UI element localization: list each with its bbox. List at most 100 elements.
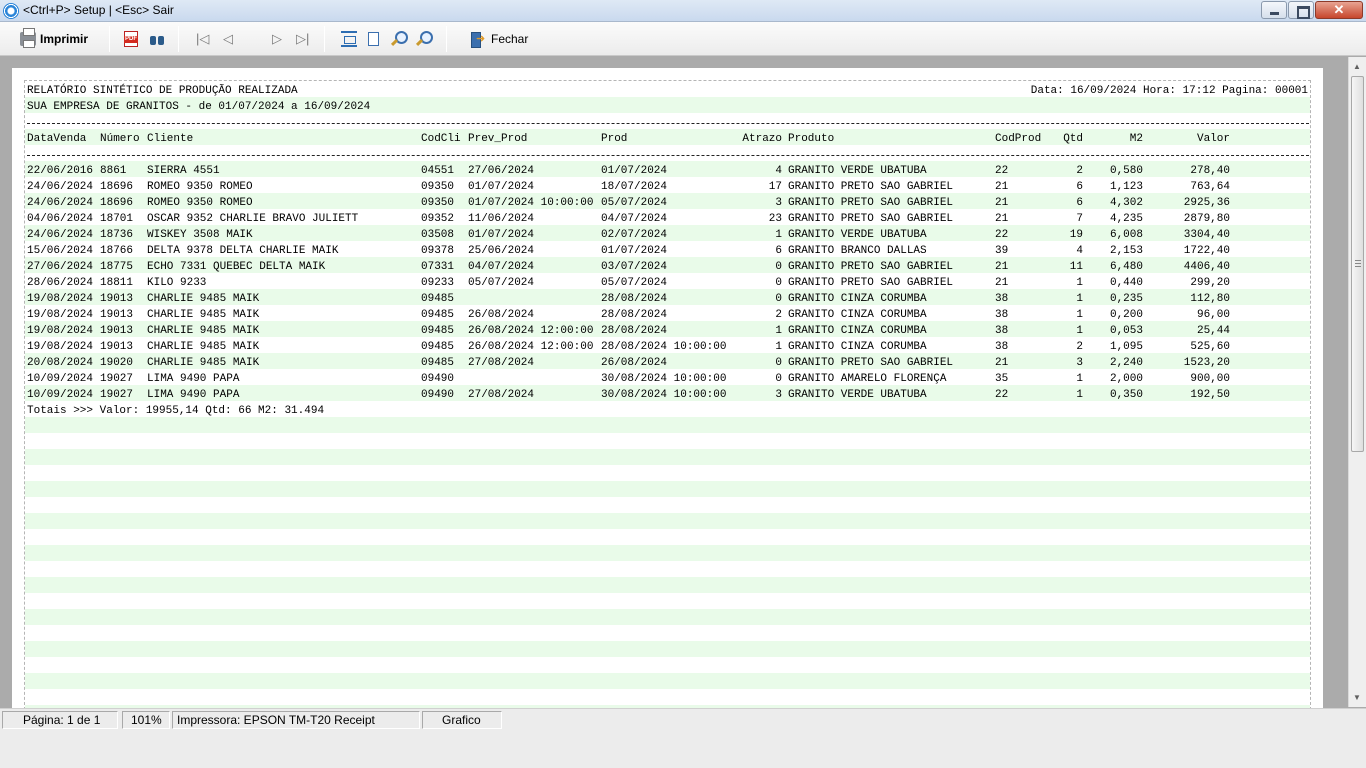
table-cell-data-venda: 27/06/2024 [27,261,94,273]
table-cell-codcli: 09485 [421,341,455,353]
table-cell-cliente: OSCAR 9352 CHARLIE BRAVO JULIETT [147,213,359,225]
export-pdf-button[interactable] [124,27,138,51]
column-header-atrazo: Atrazo [742,133,782,145]
table-cell-valor: 900,00 [1190,373,1230,385]
binoculars-icon [149,32,165,46]
close-button[interactable]: Fechar [470,27,528,51]
table-cell-produto: GRANITO CINZA CORUMBA [788,341,927,353]
maximize-button[interactable] [1288,1,1314,19]
table-cell-qtd: 7 [1076,213,1083,225]
table-cell-numero: 18811 [100,277,134,289]
table-cell-codcli: 09485 [421,293,455,305]
table-cell-data-venda: 24/06/2024 [27,229,94,241]
table-cell-numero: 19020 [100,357,134,369]
table-cell-qtd: 1 [1076,389,1083,401]
table-cell-prev-prod: 01/07/2024 [468,181,535,193]
table-cell-produto: GRANITO AMARELO FLORENÇA [788,373,947,385]
table-cell-codprod: 21 [995,213,1009,225]
table-cell-prod: 26/08/2024 [601,357,668,369]
table-cell-qtd: 4 [1076,245,1083,257]
table-cell-numero: 18766 [100,245,134,257]
previous-page-button[interactable]: ◁ [223,27,233,51]
zoom-in-button[interactable] [390,27,408,51]
table-cell-data-venda: 28/06/2024 [27,277,94,289]
table-cell-codcli: 09233 [421,277,455,289]
table-cell-numero: 19013 [100,293,134,305]
table-cell-numero: 18775 [100,261,134,273]
last-page-button[interactable]: ▷| [296,27,309,51]
zoom-out-button[interactable] [415,27,433,51]
close-window-button[interactable]: ✕ [1315,1,1363,19]
find-button[interactable] [149,27,165,51]
first-page-button[interactable]: |◁ [196,27,209,51]
table-cell-produto: GRANITO PRETO SAO GABRIEL [788,277,954,289]
vertical-scrollbar[interactable]: ▲ ▼ [1348,57,1366,707]
scroll-up-icon[interactable]: ▲ [1353,62,1361,71]
table-cell-qtd: 3 [1076,357,1083,369]
table-cell-codcli: 09490 [421,389,455,401]
table-cell-numero: 19027 [100,389,134,401]
minimize-button[interactable] [1261,1,1287,19]
table-cell-m2: 0,235 [1109,293,1143,305]
printer-icon [20,28,36,48]
table-cell-numero: 19027 [100,373,134,385]
table-cell-prod: 30/08/2024 10:00:00 [601,373,727,385]
table-cell-cliente: CHARLIE 9485 MAIK [147,341,260,353]
status-printer: Impressora: EPSON TM-T20 Receipt [172,711,420,729]
previous-page-icon: ◁ [223,31,233,46]
table-cell-valor: 192,50 [1190,389,1230,401]
table-cell-codprod: 21 [995,197,1009,209]
table-cell-data-venda: 15/06/2024 [27,245,94,257]
app-icon [3,3,19,19]
table-cell-atrazo: 0 [775,261,782,273]
table-cell-atrazo: 1 [775,325,782,337]
table-cell-m2: 4,302 [1109,197,1143,209]
table-cell-cliente: KILO 9233 [147,277,207,289]
table-cell-m2: 1,095 [1109,341,1143,353]
table-cell-cliente: WISKEY 3508 MAIK [147,229,253,241]
table-cell-atrazo: 3 [775,197,782,209]
table-cell-produto: GRANITO CINZA CORUMBA [788,293,927,305]
table-cell-codprod: 39 [995,245,1009,257]
table-cell-valor: 4406,40 [1183,261,1230,273]
column-header-numero: Número [100,133,140,145]
table-cell-produto: GRANITO VERDE UBATUBA [788,389,927,401]
table-cell-m2: 6,480 [1109,261,1143,273]
table-cell-codprod: 21 [995,277,1009,289]
table-cell-data-venda: 19/08/2024 [27,293,94,305]
whole-page-button[interactable] [368,27,379,51]
scroll-down-icon[interactable]: ▼ [1353,693,1361,702]
column-header-qtd: Qtd [1063,133,1083,145]
table-cell-atrazo: 6 [775,245,782,257]
table-cell-prod: 03/07/2024 [601,261,668,273]
scroll-thumb[interactable] [1351,76,1364,452]
table-cell-data-venda: 20/08/2024 [27,357,94,369]
table-cell-valor: 763,64 [1190,181,1230,193]
table-cell-prod: 28/08/2024 [601,309,668,321]
table-cell-prod: 04/07/2024 [601,213,668,225]
table-cell-prod: 02/07/2024 [601,229,668,241]
close-icon: ✕ [1333,2,1345,17]
print-button[interactable]: Imprimir [20,27,88,51]
table-cell-prod: 01/07/2024 [601,165,668,177]
table-cell-codcli: 09352 [421,213,455,225]
table-cell-produto: GRANITO PRETO SAO GABRIEL [788,357,954,369]
fit-width-button[interactable] [341,27,357,51]
table-cell-qtd: 1 [1076,277,1083,289]
table-cell-qtd: 1 [1076,309,1083,321]
table-cell-m2: 2,153 [1109,245,1143,257]
table-cell-m2: 0,440 [1109,277,1143,289]
table-cell-prev-prod: 05/07/2024 [468,277,535,289]
table-cell-produto: GRANITO CINZA CORUMBA [788,309,927,321]
table-cell-data-venda: 10/09/2024 [27,373,94,385]
grip-icon [1355,260,1361,267]
table-cell-numero: 18696 [100,197,134,209]
table-cell-valor: 1722,40 [1183,245,1230,257]
table-cell-codcli: 09485 [421,309,455,321]
table-cell-qtd: 6 [1076,197,1083,209]
table-cell-prev-prod: 11/06/2024 [468,213,535,225]
table-cell-atrazo: 1 [775,229,782,241]
table-cell-cliente: SIERRA 4551 [147,165,220,177]
table-cell-prev-prod: 04/07/2024 [468,261,535,273]
next-page-button[interactable]: ▷ [272,27,282,51]
